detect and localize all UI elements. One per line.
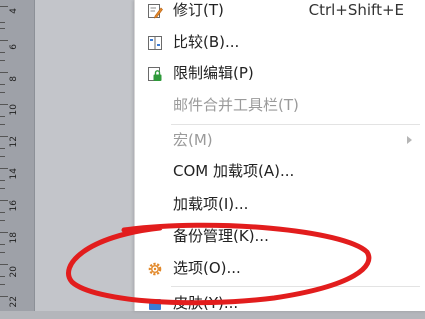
- ruler-tick: [0, 264, 8, 265]
- ruler-tick: [0, 220, 5, 221]
- gear-icon: [147, 261, 163, 277]
- ruler-tick: [0, 244, 5, 245]
- ruler-label: 8: [9, 76, 19, 82]
- menu-item-backup-management[interactable]: 备份管理(K)...: [135, 221, 425, 252]
- ruler-tick: [0, 168, 8, 169]
- document-margin-area: [35, 0, 134, 311]
- ruler-tick: [0, 52, 5, 53]
- ruler-tick: [0, 252, 5, 253]
- menu-item-label: 选项(O)...: [173, 259, 241, 277]
- ruler-tick: [0, 28, 5, 29]
- menu-item-compare[interactable]: 比较(B)...: [135, 27, 425, 58]
- ruler-tick: [0, 124, 5, 125]
- ruler-tick: [0, 156, 5, 157]
- ruler-label: 12: [9, 136, 19, 148]
- menu-item-addins[interactable]: 加载项(I)...: [135, 189, 425, 220]
- ruler-label: 22: [9, 296, 19, 308]
- menu-item-restrict-editing[interactable]: 限制编辑(P): [135, 58, 425, 89]
- ruler-tick: [0, 60, 5, 61]
- menu-item-label: 皮肤(Y)...: [173, 294, 239, 312]
- ruler-label: 14: [9, 168, 19, 180]
- vertical-ruler: 4 6 8 10 12 14 16 18 20 22: [0, 0, 35, 311]
- ruler-tick: [0, 212, 5, 213]
- ruler-tick: [0, 6, 8, 7]
- compare-icon: [147, 35, 163, 51]
- ruler-tick: [0, 188, 5, 189]
- ruler-label: 16: [9, 200, 19, 212]
- menu-item-mail-merge-toolbar[interactable]: 邮件合并工具栏(T): [135, 90, 425, 121]
- menu-item-label: 比较(B)...: [173, 33, 240, 51]
- menu-item-options[interactable]: 选项(O)...: [135, 253, 425, 284]
- ruler-tick: [0, 136, 8, 137]
- menu-item-label: 备份管理(K)...: [173, 227, 269, 245]
- ruler-tick: [0, 72, 8, 73]
- ruler-tick: [0, 104, 8, 105]
- menu-item-label: 修订(T): [173, 1, 224, 19]
- menu-item-label: 加载项(I)...: [173, 195, 249, 213]
- menu-item-com-addins[interactable]: COM 加载项(A)...: [135, 156, 425, 187]
- menu-item-label: 限制编辑(P): [173, 64, 254, 82]
- menu-item-label: 邮件合并工具栏(T): [173, 96, 299, 114]
- submenu-arrow-icon: [407, 136, 412, 144]
- ruler-label: 18: [9, 232, 19, 244]
- menu-item-skin[interactable]: 皮肤(Y)...: [135, 288, 425, 319]
- ruler-label: 10: [9, 104, 19, 116]
- ruler-tick: [0, 284, 5, 285]
- menu-item-macro[interactable]: 宏(M): [135, 125, 425, 156]
- ruler-label: 4: [9, 8, 19, 14]
- menu-separator: [171, 286, 420, 287]
- menu-item-shortcut: Ctrl+Shift+E: [308, 1, 404, 19]
- ruler-tick: [0, 22, 5, 23]
- ruler-tick: [0, 116, 5, 117]
- ruler-tick: [0, 92, 5, 93]
- menu-item-label: COM 加载项(A)...: [173, 162, 295, 180]
- ruler-tick: [0, 84, 5, 85]
- ruler-label: 6: [9, 44, 19, 50]
- menu-item-label: 宏(M): [173, 131, 213, 149]
- skin-icon: [147, 296, 163, 312]
- ruler-tick: [0, 232, 8, 233]
- menu-item-track-changes[interactable]: 修订(T) Ctrl+Shift+E: [135, 0, 425, 26]
- ruler-label: 20: [9, 266, 19, 278]
- ruler-tick: [0, 276, 5, 277]
- tools-dropdown-menu: 修订(T) Ctrl+Shift+E 比较(B)... 限制编辑(P) 邮件合并…: [134, 0, 425, 312]
- ruler-tick: [0, 296, 8, 297]
- ruler-tick: [0, 180, 5, 181]
- track-changes-icon: [147, 3, 163, 19]
- ruler-tick: [0, 40, 8, 41]
- ruler-tick: [0, 148, 5, 149]
- lock-edit-icon: [147, 66, 163, 82]
- ruler-tick: [0, 200, 8, 201]
